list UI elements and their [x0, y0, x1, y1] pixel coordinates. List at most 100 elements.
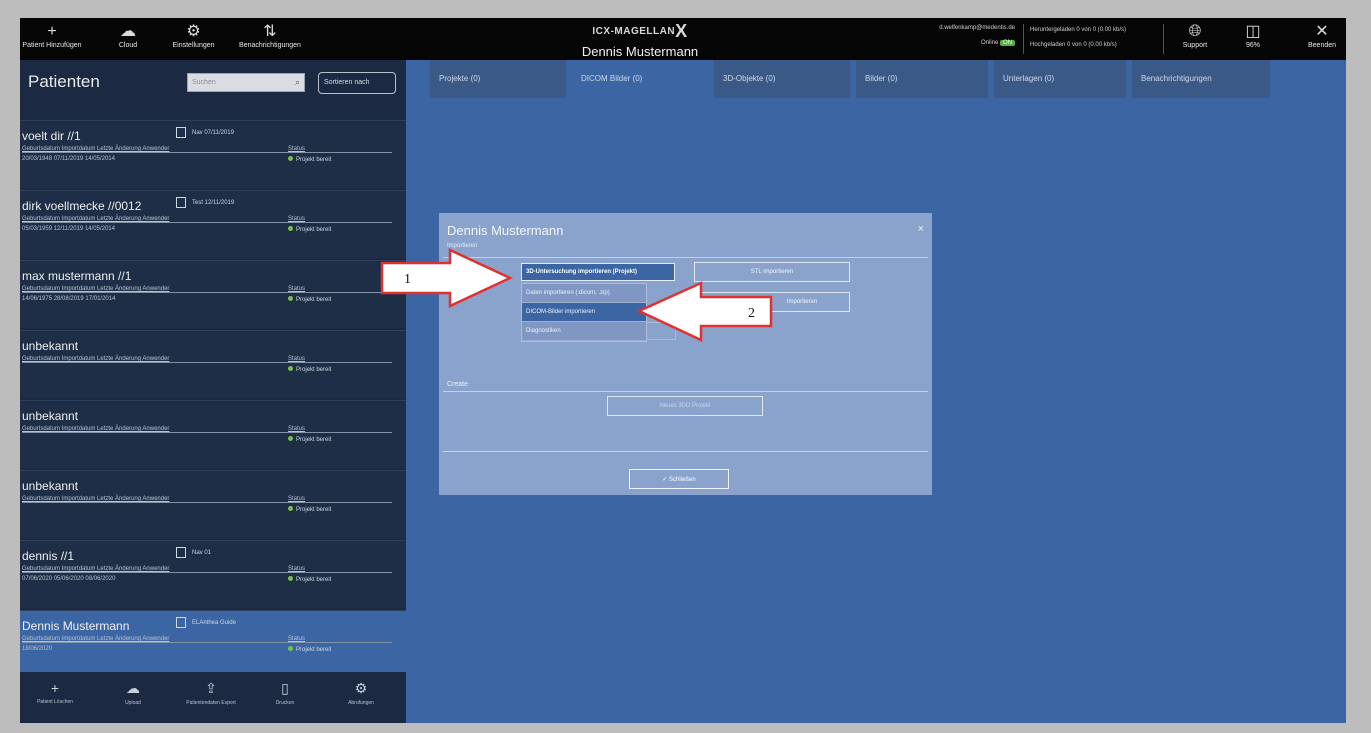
status-badge: Projekt bereit — [288, 156, 331, 163]
patient-row[interactable]: unbekannt Geburtsdatum Importdatum Letzt… — [20, 470, 406, 538]
brand-name: ICX-MAGELLANX — [592, 21, 688, 41]
patient-name: max mustermann //1 — [22, 269, 132, 283]
export-button[interactable]: ⇪ Patientendaten Export — [176, 680, 246, 706]
tab-images[interactable]: Bilder (0) — [856, 60, 988, 98]
support-button[interactable]: 🌐︎ Support — [1175, 22, 1215, 49]
patient-name: voelt dir //1 — [22, 129, 81, 143]
status-badge: Projekt bereit — [288, 296, 331, 303]
plus-icon: + — [47, 23, 57, 40]
status-dot — [288, 296, 293, 301]
patient-row[interactable]: voelt dir //1 Nav 07/11/2019 Geburtsdatu… — [20, 120, 406, 188]
tab-dicom[interactable]: DICOM Bilder (0) — [572, 60, 708, 98]
patient-name: unbekannt — [22, 409, 79, 423]
cloud-button[interactable]: ☁ Cloud — [108, 22, 148, 49]
user-email: d.welfenkamp@medentis.de — [939, 25, 1015, 31]
settings-button[interactable]: ⚙ Einstellungen — [166, 22, 221, 49]
dropdown-item-dicom[interactable]: DICOM-Bilder importieren — [522, 303, 646, 322]
divider — [22, 572, 392, 573]
online-label: Online — [980, 40, 999, 46]
top-toolbar: + Patient Hinzufügen ☁ Cloud ⚙ Einstellu… — [20, 18, 1346, 60]
upload-icon: ⇪ — [205, 680, 217, 696]
divider — [22, 152, 392, 153]
close-dialog-button[interactable]: ✓ Schließen — [629, 469, 729, 489]
tab-3d-objects[interactable]: 3D-Objekte (0) — [714, 60, 850, 98]
patient-dates: 20/03/1948 07/11/2019 14/05/2014 — [22, 156, 115, 162]
patient-name: unbekannt — [22, 479, 79, 493]
callout-label-2: 2 — [748, 306, 755, 321]
patient-row[interactable]: dennis //1 Nav 01 Geburtsdatum Importdat… — [20, 540, 406, 608]
status-badge: Projekt bereit — [288, 506, 331, 513]
dropdown-item[interactable]: Diagnostiken — [522, 322, 646, 341]
cloud-label: Cloud — [118, 42, 138, 49]
sort-icon: ⇅ — [263, 23, 277, 40]
patient-row[interactable]: max mustermann //1 Geburtsdatum Importda… — [20, 260, 406, 328]
upload-button[interactable]: ☁ Upload — [98, 680, 168, 706]
sidebar-header: Patienten Suchen ⌕ Sortieren nach — [20, 60, 406, 120]
search-placeholder: Suchen — [192, 79, 216, 86]
status-badge: Projekt bereit — [288, 436, 331, 443]
support-label: Support — [1182, 42, 1208, 49]
add-patient-label: Patient Hinzufügen — [22, 42, 82, 49]
patient-row[interactable]: unbekannt Geburtsdatum Importdatum Letzt… — [20, 400, 406, 468]
patient-row[interactable]: unbekannt Geburtsdatum Importdatum Letzt… — [20, 330, 406, 398]
patient-document: Nav 01 — [176, 547, 211, 558]
app-logo: ICX-MAGELLANX Dennis Mustermann — [540, 21, 740, 59]
status-badge: Projekt bereit — [288, 366, 331, 373]
sidebar-footer: + Patient Löschen ☁ Upload ⇪ Patientendaten… — [20, 672, 406, 723]
callout-arrow-2: 2 — [636, 281, 773, 342]
document-icon — [176, 197, 186, 208]
divider — [22, 362, 392, 363]
tab-documents[interactable]: Unterlagen (0) — [994, 60, 1126, 98]
patient-row-selected[interactable]: Dennis Mustermann ELAnthea Guide Geburts… — [20, 610, 406, 678]
divider — [443, 257, 928, 258]
globe-icon: 🌐︎ — [1188, 23, 1202, 40]
layout-button[interactable]: ◫ 96% — [1238, 22, 1268, 49]
delete-patient-button[interactable]: + Patient Löschen — [20, 680, 90, 705]
divider — [443, 391, 928, 392]
cloud-icon: ☁ — [120, 23, 136, 40]
tab-projects[interactable]: Projekte (0) — [430, 60, 566, 98]
print-button[interactable]: ▯ Drucken — [250, 680, 320, 706]
import-type-select[interactable]: 3D-Untersuchung importieren (Projekt) — [521, 263, 675, 281]
options-button[interactable]: ⚙ Abrufungen — [326, 680, 396, 706]
search-input[interactable]: Suchen ⌕ — [187, 73, 305, 92]
patient-name: dennis //1 — [22, 549, 75, 563]
patient-document: ELAnthea Guide — [176, 617, 236, 628]
status-badge: Projekt bereit — [288, 576, 331, 583]
document-icon — [176, 547, 186, 558]
stl-import-button[interactable]: STL importieren — [694, 262, 850, 282]
status-dot — [288, 436, 293, 441]
close-icon: ✕ — [1315, 23, 1329, 40]
patient-name: unbekannt — [22, 339, 79, 353]
new-project-button[interactable]: Neues 3DD Projekt — [607, 396, 763, 416]
divider — [1023, 24, 1024, 54]
patient-dates: 07/06/2020 05/06/2020 08/06/2020 — [22, 576, 116, 582]
status-dot — [288, 366, 293, 371]
status-badge: Projekt bereit — [288, 646, 331, 653]
patient-name: Dennis Mustermann — [22, 619, 130, 633]
online-badge: ON — [1000, 40, 1015, 46]
tab-notifications[interactable]: Benachrichtigungen — [1132, 60, 1270, 98]
status-dot — [288, 506, 293, 511]
cloud-icon: ☁ — [126, 680, 140, 696]
patient-row[interactable]: dirk voellmecke //0012 Test 12/11/2019 G… — [20, 190, 406, 258]
patient-dates: 18/06/2020 — [22, 646, 53, 652]
add-patient-button[interactable]: + Patient Hinzufügen — [22, 22, 82, 49]
print-icon: ▯ — [281, 680, 289, 696]
notifications-button[interactable]: ⇅ Benachrichtigungen — [225, 22, 315, 49]
divider — [443, 451, 928, 452]
import-type-dropdown: Daten importieren (.dicom, .zip) DICOM-B… — [521, 283, 647, 342]
status-badge: Projekt bereit — [288, 226, 331, 233]
divider — [1163, 24, 1164, 54]
close-icon[interactable]: × — [918, 223, 924, 235]
sort-dropdown[interactable]: Sortieren nach — [318, 72, 396, 94]
callout-arrow-1: 1 — [380, 248, 513, 308]
quit-button[interactable]: ✕ Beenden — [1302, 22, 1342, 49]
patient-document: Nav 07/11/2019 — [176, 127, 234, 138]
settings-label: Einstellungen — [172, 42, 215, 49]
dropdown-item[interactable]: Daten importieren (.dicom, .zip) — [522, 284, 646, 303]
notifications-label: Benachrichtigungen — [239, 42, 301, 49]
divider — [22, 292, 392, 293]
layout-icon: ◫ — [1245, 23, 1261, 40]
divider — [22, 222, 392, 223]
